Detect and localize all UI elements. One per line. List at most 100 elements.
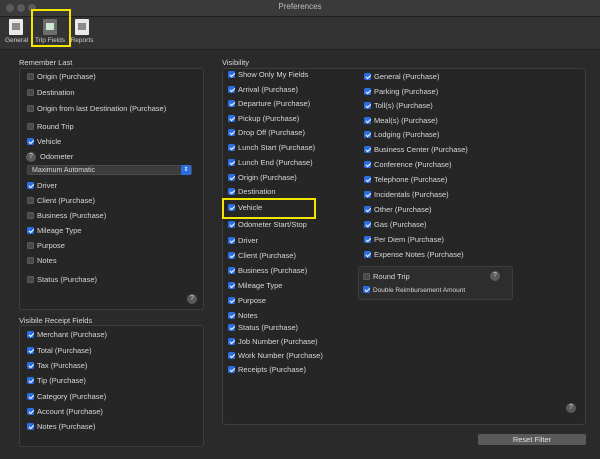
- checkbox-icon[interactable]: [27, 257, 34, 264]
- checkbox-icon[interactable]: [363, 273, 370, 280]
- receipt-notes[interactable]: Notes (Purchase): [27, 422, 95, 432]
- checkbox-checked-icon[interactable]: [364, 191, 371, 198]
- checkbox-checked-icon[interactable]: [228, 129, 235, 136]
- remember-help-icon[interactable]: ?: [187, 294, 197, 304]
- checkbox-checked-icon[interactable]: [27, 393, 34, 400]
- remember-notes[interactable]: Notes: [27, 256, 57, 266]
- reset-filter-button[interactable]: Reset Filter: [478, 434, 586, 445]
- vis-lunch-start[interactable]: Lunch Start (Purchase): [228, 143, 315, 153]
- checkbox-checked-icon[interactable]: [27, 423, 34, 430]
- vis-mileage-type[interactable]: Mileage Type: [228, 281, 282, 291]
- checkbox-checked-icon[interactable]: [228, 86, 235, 93]
- checkbox-checked-icon[interactable]: [27, 377, 34, 384]
- vis-business-center[interactable]: Business Center (Purchase): [364, 145, 468, 155]
- vis-destination[interactable]: Destination: [228, 187, 276, 197]
- checkbox-icon[interactable]: [27, 197, 34, 204]
- odometer-help-icon[interactable]: ?: [26, 152, 36, 162]
- vis-work-number[interactable]: Work Number (Purchase): [228, 351, 323, 361]
- visibility-help-icon[interactable]: ?: [566, 403, 576, 413]
- vis-drop-off[interactable]: Drop Off (Purchase): [228, 128, 305, 138]
- checkbox-checked-icon[interactable]: [228, 188, 235, 195]
- checkbox-icon[interactable]: [27, 89, 34, 96]
- vis-conference[interactable]: Conference (Purchase): [364, 160, 452, 170]
- receipt-tax[interactable]: Tax (Purchase): [27, 361, 87, 371]
- remember-origin-from-last[interactable]: Origin from last Destination (Purchase): [27, 104, 166, 114]
- remember-status[interactable]: Status (Purchase): [27, 275, 97, 285]
- checkbox-checked-icon[interactable]: [228, 237, 235, 244]
- checkbox-checked-icon[interactable]: [364, 117, 371, 124]
- vis-business[interactable]: Business (Purchase): [228, 266, 307, 276]
- vis-per-diem[interactable]: Per Diem (Purchase): [364, 235, 444, 245]
- checkbox-checked-icon[interactable]: [228, 312, 235, 319]
- vis-general[interactable]: General (Purchase): [364, 72, 439, 82]
- checkbox-checked-icon[interactable]: [27, 227, 34, 234]
- vis-status[interactable]: Status (Purchase): [228, 323, 298, 333]
- vis-job-number[interactable]: Job Number (Purchase): [228, 337, 318, 347]
- checkbox-checked-icon[interactable]: [228, 221, 235, 228]
- remember-round-trip[interactable]: Round Trip: [27, 122, 74, 132]
- tab-general[interactable]: General: [5, 18, 28, 48]
- vis-arrival[interactable]: Arrival (Purchase): [228, 85, 298, 95]
- checkbox-checked-icon[interactable]: [228, 352, 235, 359]
- checkbox-checked-icon[interactable]: [364, 73, 371, 80]
- checkbox-checked-icon[interactable]: [228, 71, 235, 78]
- vis-gas[interactable]: Gas (Purchase): [364, 220, 427, 230]
- checkbox-checked-icon[interactable]: [364, 146, 371, 153]
- checkbox-icon[interactable]: [27, 105, 34, 112]
- checkbox-checked-icon[interactable]: [228, 267, 235, 274]
- vis-driver[interactable]: Driver: [228, 236, 258, 246]
- checkbox-icon[interactable]: [27, 242, 34, 249]
- checkbox-checked-icon[interactable]: [364, 131, 371, 138]
- vis-lunch-end[interactable]: Lunch End (Purchase): [228, 158, 313, 168]
- checkbox-checked-icon[interactable]: [228, 115, 235, 122]
- remember-driver[interactable]: Driver: [27, 181, 57, 191]
- remember-client[interactable]: Client (Purchase): [27, 196, 95, 206]
- checkbox-checked-icon[interactable]: [228, 338, 235, 345]
- checkbox-checked-icon[interactable]: [27, 138, 34, 145]
- checkbox-checked-icon[interactable]: [363, 286, 370, 293]
- checkbox-checked-icon[interactable]: [364, 206, 371, 213]
- vis-origin[interactable]: Origin (Purchase): [228, 173, 297, 183]
- receipt-merchant[interactable]: Merchant (Purchase): [27, 330, 107, 340]
- checkbox-checked-icon[interactable]: [27, 362, 34, 369]
- vis-incidentals[interactable]: Incidentals (Purchase): [364, 190, 449, 200]
- remember-origin[interactable]: Origin (Purchase): [27, 72, 96, 82]
- vis-odometer[interactable]: Odometer Start/Stop: [228, 220, 307, 230]
- checkbox-checked-icon[interactable]: [27, 347, 34, 354]
- checkbox-checked-icon[interactable]: [364, 102, 371, 109]
- vis-telephone[interactable]: Telephone (Purchase): [364, 175, 447, 185]
- receipt-total[interactable]: Total (Purchase): [27, 346, 92, 356]
- checkbox-checked-icon[interactable]: [364, 236, 371, 243]
- checkbox-checked-icon[interactable]: [228, 159, 235, 166]
- checkbox-checked-icon[interactable]: [364, 176, 371, 183]
- checkbox-checked-icon[interactable]: [228, 100, 235, 107]
- checkbox-checked-icon[interactable]: [27, 331, 34, 338]
- remember-mileage-type[interactable]: Mileage Type: [27, 226, 81, 236]
- receipt-tip[interactable]: Tip (Purchase): [27, 376, 86, 386]
- vis-client[interactable]: Client (Purchase): [228, 251, 296, 261]
- vis-other[interactable]: Other (Purchase): [364, 205, 432, 215]
- vis-tolls[interactable]: Toll(s) (Purchase): [364, 101, 433, 111]
- checkbox-icon[interactable]: [27, 123, 34, 130]
- checkbox-checked-icon[interactable]: [228, 174, 235, 181]
- vis-notes[interactable]: Notes: [228, 311, 258, 321]
- checkbox-checked-icon[interactable]: [228, 144, 235, 151]
- checkbox-icon[interactable]: [27, 276, 34, 283]
- checkbox-checked-icon[interactable]: [228, 324, 235, 331]
- vis-parking[interactable]: Parking (Purchase): [364, 87, 438, 97]
- checkbox-icon[interactable]: [27, 212, 34, 219]
- vis-double-reimbursement[interactable]: Double Reimbursement Amount: [363, 286, 465, 296]
- checkbox-checked-icon[interactable]: [364, 251, 371, 258]
- checkbox-checked-icon[interactable]: [364, 221, 371, 228]
- vis-purpose[interactable]: Purpose: [228, 296, 266, 306]
- round-trip-help-icon[interactable]: ?: [490, 271, 500, 281]
- checkbox-checked-icon[interactable]: [364, 88, 371, 95]
- checkbox-checked-icon[interactable]: [27, 182, 34, 189]
- receipt-category[interactable]: Category (Purchase): [27, 392, 106, 402]
- vis-pickup[interactable]: Pickup (Purchase): [228, 114, 299, 124]
- remember-purpose[interactable]: Purpose: [27, 241, 65, 251]
- checkbox-checked-icon[interactable]: [228, 252, 235, 259]
- checkbox-checked-icon[interactable]: [228, 282, 235, 289]
- remember-business[interactable]: Business (Purchase): [27, 211, 106, 221]
- checkbox-checked-icon[interactable]: [364, 161, 371, 168]
